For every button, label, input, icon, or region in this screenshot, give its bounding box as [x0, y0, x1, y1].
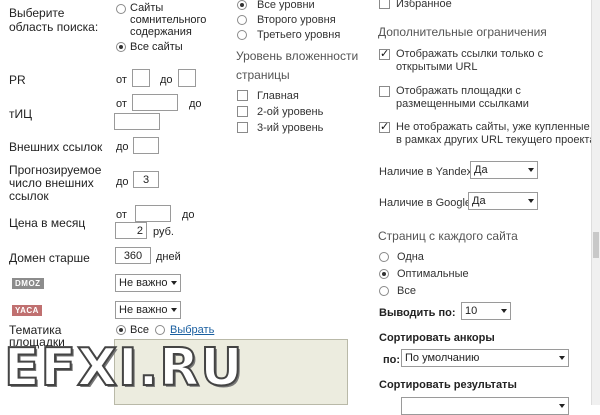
google-label: Наличие в Google [379, 197, 472, 209]
radio-pages-one[interactable] [379, 252, 389, 262]
checkbox-open-urls[interactable] [379, 47, 390, 60]
checkbox-level-3[interactable] [237, 122, 248, 133]
outbound-links-to-label: до [116, 141, 129, 153]
search-area-label: Выберите область поиска: [9, 6, 99, 34]
tic-to-input[interactable] [114, 113, 160, 130]
radio-level-third[interactable] [237, 30, 247, 40]
forecast-to-label: до [116, 176, 129, 188]
pages-all-label: Все [397, 285, 416, 297]
price-from-input[interactable] [135, 205, 171, 222]
topic-all-label: Все [130, 324, 149, 336]
output-select-value: 10 [465, 305, 478, 317]
radio-level-second[interactable] [237, 15, 247, 25]
favorites-label: Избранное [396, 0, 452, 10]
radio-pages-optimal[interactable] [379, 269, 389, 279]
checkbox-placed-links[interactable] [379, 86, 390, 97]
price-to-input[interactable]: 2 [115, 222, 147, 239]
pr-to-input[interactable] [178, 69, 196, 87]
yandex-select-value: Да [474, 164, 488, 176]
dmoz-select[interactable]: Не важно [115, 274, 181, 292]
scrollbar-thumb[interactable] [593, 232, 599, 258]
domain-age-unit: дней [156, 251, 181, 263]
tic-from-label: от [116, 98, 127, 110]
sort-by-select-value: По умолчанию [405, 352, 480, 364]
yandex-label: Наличие в Yandex [379, 166, 473, 178]
checkbox-main-page[interactable] [237, 90, 248, 101]
pr-from-label: от [116, 74, 127, 86]
radio-dubious-sites[interactable] [116, 4, 126, 14]
sort-by-select[interactable]: По умолчанию [401, 349, 569, 367]
dmoz-select-value: Не важно [119, 277, 168, 289]
nesting-title: Уровень вложенности страницы [236, 49, 359, 82]
pages-optimal-label: Оптимальные [397, 268, 469, 280]
chevron-down-icon [528, 199, 534, 203]
pages-title: Страниц с каждого сайта [378, 229, 518, 243]
forecast-label: Прогнозируемое число внешних ссылок [9, 163, 102, 203]
dubious-sites-label: Сайты сомнительного содержания [130, 2, 207, 38]
forecast-input[interactable]: 3 [133, 171, 159, 188]
google-select-value: Да [472, 195, 486, 207]
chevron-down-icon [559, 356, 565, 360]
chevron-down-icon [501, 309, 507, 313]
level-third-label: Третьего уровня [257, 29, 341, 41]
radio-topic-all[interactable] [116, 325, 126, 335]
radio-topic-choose[interactable] [155, 325, 165, 335]
topic-choose-link[interactable]: Выбрать [170, 324, 214, 336]
yaca-select[interactable]: Не важно [115, 301, 181, 319]
chevron-down-icon [528, 168, 534, 172]
price-from-label: от [116, 209, 127, 221]
open-urls-label: Отображать ссылки только с открытыми URL [396, 48, 544, 73]
sort-results-select[interactable] [401, 397, 569, 415]
google-select[interactable]: Да [468, 192, 538, 210]
placed-links-label: Отображать площадки с размещенными ссылк… [396, 85, 529, 110]
yaca-select-value: Не важно [119, 304, 168, 316]
level-3-label: 3-ий уровень [257, 122, 324, 134]
sort-anchors-label: Сортировать анкоры [379, 332, 495, 344]
pr-to-label: до [160, 74, 173, 86]
price-currency: руб. [153, 226, 174, 238]
extra-title: Дополнительные ограничения [378, 25, 547, 39]
radio-pages-all[interactable] [379, 286, 389, 296]
level-second-label: Второго уровня [257, 14, 336, 26]
price-label: Цена в месяц [9, 216, 86, 230]
all-sites-label: Все сайты [130, 41, 183, 53]
yaca-badge: YACA [12, 305, 42, 316]
chevron-down-icon [171, 308, 177, 312]
pr-label: PR [9, 73, 26, 87]
outbound-links-input[interactable] [133, 137, 159, 154]
checkbox-hide-bought[interactable] [379, 120, 390, 133]
level-all-label: Все уровни [257, 0, 315, 11]
tic-label: тИЦ [9, 107, 32, 121]
sort-by-label: по: [383, 354, 401, 366]
hide-bought-label: Не отображать сайты, уже купленные в рам… [396, 121, 596, 146]
radio-level-all[interactable] [237, 0, 247, 10]
scrollbar[interactable] [591, 0, 600, 405]
tic-from-input[interactable] [132, 94, 178, 111]
radio-all-sites[interactable] [116, 42, 126, 52]
tic-to-label: до [189, 98, 202, 110]
watermark: EFXI.RU [3, 337, 244, 399]
checkbox-favorites[interactable] [379, 0, 390, 9]
main-page-label: Главная [257, 90, 299, 102]
dmoz-badge: DMOZ [12, 278, 44, 289]
output-label: Выводить по: [379, 307, 456, 319]
yandex-select[interactable]: Да [470, 161, 538, 179]
level-2-label: 2-ой уровень [257, 106, 324, 118]
domain-age-label: Домен старше [9, 251, 90, 265]
pr-from-input[interactable] [132, 69, 150, 87]
chevron-down-icon [171, 281, 177, 285]
sort-results-label: Сортировать результаты [379, 379, 517, 391]
pages-one-label: Одна [397, 251, 424, 263]
domain-age-input[interactable]: 360 [115, 247, 151, 264]
checkbox-level-2[interactable] [237, 106, 248, 117]
price-to-label: до [182, 209, 195, 221]
output-select[interactable]: 10 [461, 302, 511, 320]
outbound-links-label: Внешних ссылок [9, 140, 103, 154]
